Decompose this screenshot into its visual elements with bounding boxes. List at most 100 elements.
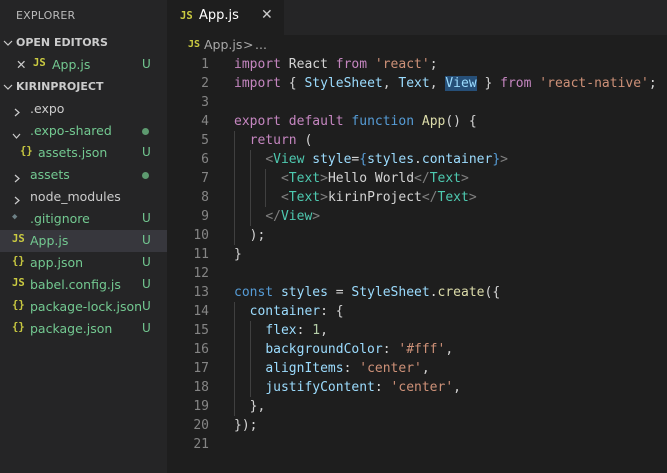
tree-item-assets[interactable]: assets xyxy=(0,164,167,186)
code-line: 1 import React from 'react'; xyxy=(167,55,667,74)
line-number: 5 xyxy=(201,133,209,148)
git-file-icon: ◆ xyxy=(12,212,18,222)
code-text: const styles = StyleSheet.create({ xyxy=(234,285,501,300)
breadcrumb-symbols[interactable]: ... xyxy=(255,37,267,52)
folder-name: .expo-shared xyxy=(30,123,112,138)
code-text: ); xyxy=(234,228,266,243)
indent-guide xyxy=(249,321,251,397)
file-name: .gitignore xyxy=(30,211,90,226)
folder-name: node_modules xyxy=(30,189,121,204)
breadcrumb: JS App.js > ... xyxy=(167,35,667,55)
json-file-icon: {} xyxy=(20,145,33,157)
code-line: 7 <Text>Hello World</Text> xyxy=(167,169,667,188)
tree-item-babel-config[interactable]: JS babel.config.js U xyxy=(0,274,167,296)
untracked-badge: U xyxy=(142,277,151,291)
chevron-right-icon xyxy=(13,171,21,186)
code-text: <View style={styles.container}> xyxy=(265,152,508,167)
js-file-icon: JS xyxy=(188,39,201,50)
modified-dot xyxy=(142,128,149,135)
project-label: KIRINPROJECT xyxy=(16,80,104,93)
json-file-icon: {} xyxy=(12,321,25,333)
line-number: 17 xyxy=(193,361,209,376)
line-number: 20 xyxy=(193,418,209,433)
untracked-badge: U xyxy=(142,233,151,247)
tree-item-assets-json[interactable]: {} assets.json U xyxy=(0,142,167,164)
close-icon[interactable]: ✕ xyxy=(16,57,26,72)
code-text: flex: 1, xyxy=(265,323,328,338)
line-number: 18 xyxy=(193,380,209,395)
tree-item-app-js[interactable]: JS App.js U xyxy=(0,230,167,252)
tree-item-node-modules[interactable]: node_modules xyxy=(0,186,167,208)
tab-app-js[interactable]: JS App.js ✕ xyxy=(167,0,284,35)
line-number: 6 xyxy=(201,152,209,167)
line-number: 13 xyxy=(193,285,209,300)
code-text: backgroundColor: '#fff', xyxy=(265,342,454,357)
line-number: 11 xyxy=(193,247,209,262)
json-file-icon: {} xyxy=(12,299,25,311)
chevron-down-icon xyxy=(3,38,13,51)
code-text: }, xyxy=(234,399,266,414)
indent-guide xyxy=(234,302,235,416)
code-line: 12 xyxy=(167,264,667,283)
breadcrumb-file[interactable]: App.js xyxy=(204,37,242,52)
code-line: 14 container: { xyxy=(167,302,667,321)
tree-item-gitignore[interactable]: ◆ .gitignore U xyxy=(0,208,167,230)
code-line: 3 xyxy=(167,93,667,112)
line-number: 8 xyxy=(201,190,209,205)
file-name: babel.config.js xyxy=(30,277,121,292)
line-number: 16 xyxy=(193,342,209,357)
js-file-icon: JS xyxy=(12,233,25,245)
line-number: 3 xyxy=(201,95,209,110)
tree-item-expo[interactable]: .expo xyxy=(0,98,167,120)
code-text: }); xyxy=(234,418,258,433)
indent-guide xyxy=(265,169,267,207)
modified-dot xyxy=(142,172,149,179)
breadcrumb-separator: > xyxy=(243,37,254,52)
tree-item-package-json[interactable]: {} package.json U xyxy=(0,318,167,340)
code-text: } xyxy=(234,247,242,262)
code-text: export default function App() { xyxy=(234,114,477,129)
code-text: return ( xyxy=(249,133,313,148)
chevron-right-icon xyxy=(13,193,21,208)
line-number: 14 xyxy=(193,304,209,319)
line-number: 9 xyxy=(201,209,209,224)
json-file-icon: {} xyxy=(12,255,25,267)
tree-item-app-json[interactable]: {} app.json U xyxy=(0,252,167,274)
untracked-badge: U xyxy=(142,57,151,71)
untracked-badge: U xyxy=(142,321,151,335)
code-line: 20}); xyxy=(167,416,667,435)
code-text: import React from 'react'; xyxy=(234,57,438,72)
project-section[interactable]: KIRINPROJECT xyxy=(0,76,167,98)
file-name: package.json xyxy=(30,321,113,336)
code-line: 4 export default function App() { xyxy=(167,112,667,131)
explorer-title: EXPLORER xyxy=(16,9,76,22)
line-number: 2 xyxy=(201,76,209,91)
code-line: 11} xyxy=(167,245,667,264)
code-editor[interactable]: 1 import React from 'react'; 2 import { Sty… xyxy=(167,55,667,473)
code-line: 5 return ( xyxy=(167,131,667,150)
code-text: justifyContent: 'center', xyxy=(265,380,461,395)
close-icon[interactable]: ✕ xyxy=(261,7,273,23)
line-number: 4 xyxy=(201,114,209,129)
editor-tab-bar: JS App.js ✕ xyxy=(167,0,667,35)
open-editor-item[interactable]: ✕ JS App.js U xyxy=(0,54,167,76)
line-number: 19 xyxy=(193,399,209,414)
file-name: assets.json xyxy=(38,145,108,160)
open-editors-label: OPEN EDITORS xyxy=(16,36,108,49)
tree-item-expo-shared[interactable]: .expo-shared xyxy=(0,120,167,142)
code-text: import { StyleSheet, Text, View } from '… xyxy=(234,76,657,91)
open-editors-section[interactable]: OPEN EDITORS xyxy=(0,32,167,54)
code-text: </View> xyxy=(265,209,321,224)
code-text: <Text>Hello World</Text> xyxy=(280,171,469,186)
code-line: 6 <View style={styles.container}> xyxy=(167,150,667,169)
untracked-badge: U xyxy=(142,211,151,225)
code-text: alignItems: 'center', xyxy=(265,361,430,376)
tree-item-package-lock[interactable]: {} package-lock.json U xyxy=(0,296,167,318)
chevron-right-icon xyxy=(13,105,21,120)
tab-title: App.js xyxy=(199,8,239,23)
indent-guide xyxy=(234,131,235,245)
folder-name: .expo xyxy=(30,101,65,116)
js-file-icon: JS xyxy=(180,10,193,22)
line-number: 7 xyxy=(201,171,209,186)
file-name: package-lock.json xyxy=(30,299,143,314)
